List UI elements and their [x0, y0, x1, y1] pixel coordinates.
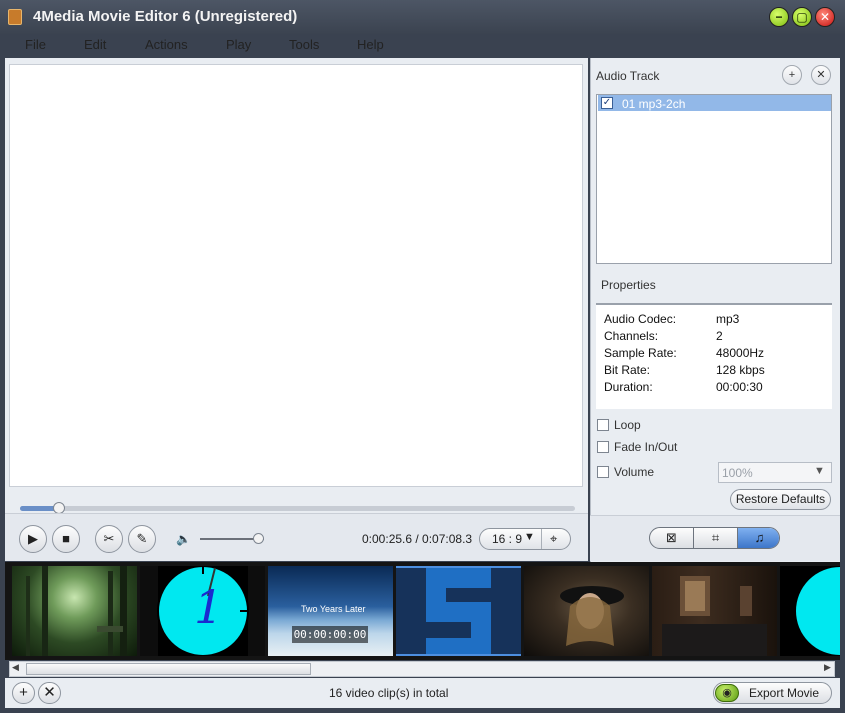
clip-timecode: 00:00:00:00: [292, 626, 368, 643]
close-icon: ✕: [816, 69, 826, 81]
prop-label-channels: Channels:: [604, 329, 659, 343]
prop-value-channels: 2: [716, 329, 723, 343]
remove-audio-button[interactable]: ✕: [811, 65, 831, 85]
close-button[interactable]: ✕: [815, 7, 835, 27]
video-preview[interactable]: [9, 64, 583, 487]
properties-title: Properties: [601, 278, 656, 292]
track-checkbox[interactable]: ✓: [601, 97, 613, 109]
clip-thumbnail-4-selected[interactable]: [396, 566, 521, 656]
fade-label: Fade In/Out: [614, 440, 678, 454]
track-label: 01 mp3-2ch: [622, 97, 686, 111]
pencil-icon: ✎: [136, 531, 148, 546]
prop-label-bit-rate: Bit Rate:: [604, 363, 651, 377]
speaker-icon[interactable]: 🔈: [176, 532, 191, 546]
prop-label-codec: Audio Codec:: [604, 312, 677, 326]
logo-s-image: [396, 568, 521, 654]
time-display: 0:00:25.6 / 0:07:08.3: [362, 532, 473, 546]
add-clip-button[interactable]: +: [12, 682, 35, 704]
remove-clip-button[interactable]: ✕: [38, 682, 61, 704]
play-icon: ▶: [28, 531, 38, 546]
window-border: [0, 708, 845, 713]
loop-checkbox[interactable]: [597, 419, 609, 431]
clip-caption: Two Years Later: [301, 604, 366, 614]
prop-value-duration: 00:00:30: [716, 380, 763, 394]
clip-thumbnail-7[interactable]: [780, 566, 840, 656]
scroll-right-icon[interactable]: ▶: [824, 662, 831, 673]
film-reel-icon: ◉: [715, 684, 739, 702]
maximize-button[interactable]: ▢: [792, 7, 812, 27]
clip-count-status: 16 video clip(s) in total: [329, 686, 449, 700]
volume-label: Volume: [614, 465, 655, 479]
aspect-divider: [541, 529, 542, 549]
fade-checkbox[interactable]: [597, 441, 609, 453]
chevron-down-icon[interactable]: ▼: [814, 465, 825, 477]
crop-icon: ⌗: [711, 530, 720, 545]
add-file-icon: +: [788, 69, 796, 81]
close-icon: ✕: [43, 684, 56, 701]
chevron-down-icon[interactable]: ▼: [524, 531, 535, 543]
clip-thumbnail-6[interactable]: [652, 566, 777, 656]
scroll-left-icon[interactable]: ◀: [12, 662, 19, 673]
music-note-icon: ♫: [754, 530, 765, 545]
clock-digit: 1: [194, 580, 224, 634]
menu-play[interactable]: Play: [226, 37, 251, 52]
audio-track-title: Audio Track: [596, 69, 660, 83]
seek-track[interactable]: [20, 506, 575, 511]
tab-crop[interactable]: ⌗: [694, 528, 737, 548]
menu-actions[interactable]: Actions: [145, 37, 188, 52]
menu-edit[interactable]: Edit: [84, 37, 106, 52]
fit-to-window-icon[interactable]: ⌖: [550, 531, 557, 547]
loop-label: Loop: [614, 418, 641, 432]
scrollbar-thumb[interactable]: [26, 663, 311, 675]
menu-file[interactable]: File: [25, 37, 46, 52]
prop-value-sample-rate: 48000Hz: [716, 346, 765, 360]
volume-select-value: 100%: [722, 466, 753, 480]
portrait-image: [560, 586, 624, 646]
prop-label-sample-rate: Sample Rate:: [604, 346, 677, 360]
forest-image: [26, 566, 127, 656]
volume-checkbox[interactable]: [597, 466, 609, 478]
stop-icon: ■: [62, 531, 70, 546]
app-logo-icon: [8, 9, 22, 25]
mode-tab-group: ⊠ ⌗ ♫: [649, 527, 780, 549]
prop-value-bit-rate: 128 kbps: [716, 363, 765, 377]
edit-button[interactable]: ✎: [128, 525, 156, 553]
prop-label-duration: Duration:: [604, 380, 653, 394]
aspect-ratio-value: 16 : 9: [492, 532, 523, 546]
clip-thumbnail-3[interactable]: Two Years Later 00:00:00:00: [268, 566, 393, 656]
plus-icon: +: [19, 684, 28, 701]
menu-help[interactable]: Help: [357, 37, 384, 52]
export-movie-label[interactable]: Export Movie: [749, 686, 819, 700]
clip-thumbnail-5[interactable]: [524, 566, 649, 656]
tab-video-effect[interactable]: ⊠: [650, 528, 693, 548]
clip-thumbnail-1[interactable]: [12, 566, 137, 656]
clip-thumbnail-2[interactable]: 1: [140, 566, 265, 656]
prop-value-codec: mp3: [716, 312, 740, 326]
audio-track-list: [596, 94, 832, 264]
video-effect-icon: ⊠: [666, 530, 677, 545]
play-button[interactable]: ▶: [19, 525, 47, 553]
restore-defaults-button[interactable]: Restore Defaults: [730, 489, 831, 510]
window-title: 4Media Movie Editor 6 (Unregistered): [33, 8, 298, 25]
cut-button[interactable]: ✂: [95, 525, 123, 553]
menu-tools[interactable]: Tools: [289, 37, 319, 52]
clock-image: [794, 566, 840, 656]
tab-audio[interactable]: ♫: [738, 528, 779, 548]
bedroom-image: [662, 576, 767, 656]
menu-bar: [0, 34, 845, 56]
add-audio-button[interactable]: +: [782, 65, 802, 85]
scissors-icon: ✂: [103, 531, 115, 546]
stop-button[interactable]: ■: [52, 525, 80, 553]
minimize-button[interactable]: −: [769, 7, 789, 27]
volume-handle[interactable]: [253, 533, 264, 544]
